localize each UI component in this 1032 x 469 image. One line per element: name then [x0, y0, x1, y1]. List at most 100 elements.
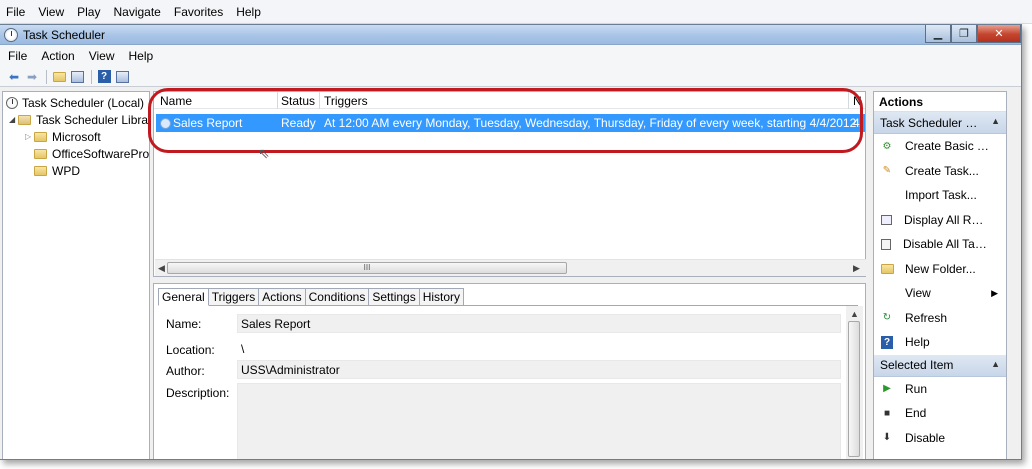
clock-icon: [6, 96, 18, 109]
title-bar[interactable]: Task Scheduler ▁ ❐ ✕: [0, 25, 1021, 45]
outer-menu-view[interactable]: View: [38, 5, 64, 19]
vertical-scrollbar[interactable]: ▲: [846, 306, 863, 459]
action-label: New Folder...: [905, 261, 976, 276]
location-field: \: [237, 339, 841, 356]
name-field[interactable]: Sales Report: [237, 314, 841, 333]
action-label: Help: [905, 335, 930, 350]
column-next-run[interactable]: N: [853, 94, 862, 108]
folder-up-icon[interactable]: [51, 69, 67, 85]
horizontal-scrollbar[interactable]: ◀ III ▶: [155, 259, 866, 276]
minimize-button[interactable]: ▁: [925, 25, 951, 43]
tab-triggers[interactable]: Triggers: [208, 288, 260, 306]
forward-arrow-icon[interactable]: ➡: [24, 69, 40, 85]
actions-title: Actions: [874, 92, 1006, 112]
outer-menubar: File View Play Navigate Favorites Help: [0, 0, 1032, 24]
column-status[interactable]: Status: [281, 94, 315, 108]
outer-menu-favorites[interactable]: Favorites: [174, 5, 223, 19]
collapse-up-icon[interactable]: ▲: [991, 116, 1000, 126]
menubar: File Action View Help: [0, 45, 1021, 67]
description-field[interactable]: [237, 383, 841, 459]
action-label: Disable: [905, 430, 946, 445]
toolbar-separator: [46, 69, 47, 84]
section-label: Selected Item: [880, 358, 954, 372]
center-pane: Name Status Triggers N Sales Report Read…: [148, 88, 866, 459]
new-folder-icon: [880, 263, 894, 275]
action-pane-icon[interactable]: [114, 69, 130, 85]
menu-file[interactable]: File: [8, 49, 27, 63]
tree-item-library[interactable]: ◢ Task Scheduler Library: [9, 111, 149, 128]
scrollbar-thumb[interactable]: [848, 321, 860, 457]
action-help[interactable]: ? Help: [874, 330, 1006, 355]
import-task-icon: [881, 189, 893, 201]
console-tree: Task Scheduler (Local) ◢ Task Scheduler …: [2, 91, 150, 459]
back-arrow-icon[interactable]: ⬅: [6, 69, 22, 85]
action-label: Refresh: [905, 310, 948, 325]
action-new-folder[interactable]: New Folder...: [874, 257, 1006, 282]
scroll-up-icon[interactable]: ▲: [850, 309, 859, 319]
action-label: Create Basic Task...: [905, 139, 989, 154]
close-button[interactable]: ✕: [977, 25, 1021, 43]
menu-help[interactable]: Help: [129, 49, 154, 63]
action-refresh[interactable]: ↻ Refresh: [874, 306, 1006, 331]
location-label: Location:: [166, 343, 215, 357]
action-disable[interactable]: ⬇ Disable: [874, 426, 1006, 451]
tab-general[interactable]: General: [158, 288, 209, 306]
actions-pane: Actions Task Scheduler Library ▲ ⚙ Creat…: [873, 91, 1007, 459]
display-running-tasks-icon: [881, 214, 892, 225]
tab-actions[interactable]: Actions: [259, 288, 306, 306]
collapse-up-icon[interactable]: ▲: [991, 359, 1000, 369]
action-import-task[interactable]: Import Task...: [874, 183, 1006, 208]
outer-menu-navigate[interactable]: Navigate: [113, 5, 160, 19]
section-task-scheduler-library[interactable]: Task Scheduler Library ▲: [874, 112, 1006, 134]
table-row[interactable]: Sales Report Ready At 12:00 AM every Mon…: [156, 114, 865, 132]
detail-tabs: General Triggers Actions Conditions Sett…: [158, 288, 465, 306]
column-triggers[interactable]: Triggers: [324, 94, 368, 108]
action-create-basic-task[interactable]: ⚙ Create Basic Task...: [874, 134, 1006, 159]
tree-item-wpd[interactable]: WPD: [34, 162, 80, 179]
outer-menu-play[interactable]: Play: [77, 5, 100, 19]
tree-item-microsoft[interactable]: ▷ Microsoft: [25, 128, 101, 145]
menu-action[interactable]: Action: [41, 49, 74, 63]
task-next-run: 4/: [853, 116, 864, 130]
maximize-button[interactable]: ❐: [951, 25, 977, 43]
outer-menu-help[interactable]: Help: [236, 5, 261, 19]
action-create-task[interactable]: ✎ Create Task...: [874, 159, 1006, 184]
submenu-arrow-icon: ▶: [991, 287, 998, 298]
expanded-triangle-icon[interactable]: ◢: [9, 115, 18, 124]
column-name[interactable]: Name: [160, 94, 192, 108]
name-label: Name:: [166, 317, 202, 331]
scrollbar-thumb[interactable]: III: [167, 262, 567, 274]
scroll-left-icon[interactable]: ◀: [158, 263, 165, 274]
disable-arrow-down-icon: ⬇: [882, 432, 892, 444]
action-end[interactable]: ■ End: [874, 401, 1006, 426]
action-label: Import Task...: [905, 188, 977, 203]
refresh-icon: ↻: [882, 312, 892, 324]
tree-item-officesoftware[interactable]: OfficeSoftwareProtectionPlatform: [34, 145, 149, 162]
description-label: Description:: [166, 386, 230, 400]
action-disable-history[interactable]: Disable All Tasks History: [874, 232, 1006, 257]
help-icon[interactable]: ?: [96, 69, 112, 85]
action-display-running[interactable]: Display All Running Tasks: [874, 208, 1006, 233]
task-detail-pane: General Triggers Actions Conditions Sett…: [153, 283, 866, 459]
create-task-icon: ✎: [882, 165, 892, 177]
tab-history[interactable]: History: [419, 288, 465, 306]
action-run[interactable]: ▶ Run: [874, 377, 1006, 402]
author-label: Author:: [166, 364, 205, 378]
tree-item-root[interactable]: Task Scheduler (Local): [6, 94, 144, 111]
folder-icon: [18, 114, 31, 125]
action-label: Disable All Tasks History: [903, 237, 987, 252]
scroll-right-icon[interactable]: ▶: [853, 263, 860, 274]
task-status: Ready: [281, 116, 316, 130]
section-selected-item[interactable]: Selected Item ▲: [874, 354, 1006, 377]
clock-icon: [4, 27, 18, 42]
task-list: Name Status Triggers N Sales Report Read…: [148, 88, 866, 277]
collapsed-triangle-icon[interactable]: ▷: [25, 132, 34, 141]
action-view[interactable]: View ▶: [874, 281, 1006, 306]
outer-menu-file[interactable]: File: [6, 5, 25, 19]
tab-settings[interactable]: Settings: [369, 288, 420, 306]
folder-icon: [34, 148, 47, 159]
folder-icon: [34, 165, 47, 176]
tab-conditions[interactable]: Conditions: [305, 288, 370, 306]
console-tree-icon[interactable]: [69, 69, 85, 85]
menu-view[interactable]: View: [89, 49, 115, 63]
